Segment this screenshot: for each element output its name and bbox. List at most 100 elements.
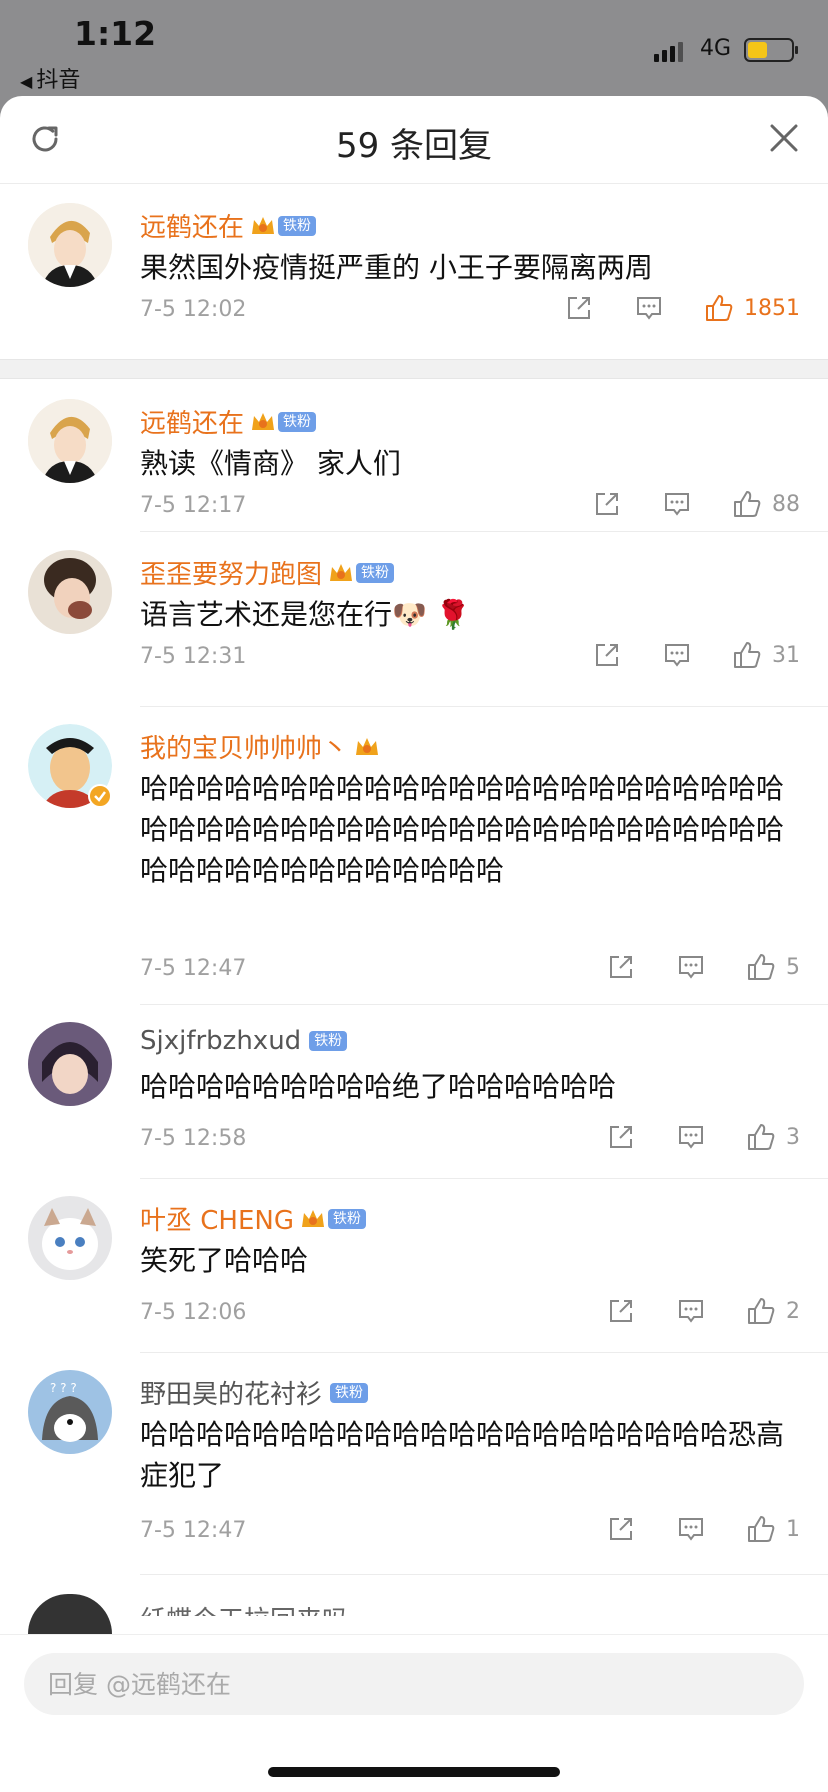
- like-button[interactable]: 1: [746, 1514, 800, 1544]
- comment-time: 7-5 12:58: [140, 1126, 247, 1151]
- crown-icon: [300, 1207, 326, 1231]
- signal-icon: [654, 40, 683, 62]
- commenter-name[interactable]: 纤蝶今天拉回来吗: [140, 1600, 348, 1616]
- commenter-name-text: 我的宝贝帅帅帅丶: [140, 734, 349, 764]
- comment-icon[interactable]: [634, 293, 664, 323]
- reply-item: Sjxjfrbzhxud 铁粉 哈哈哈哈哈哈哈哈哈绝了哈哈哈哈哈哈 7-5 12…: [0, 1004, 828, 1179]
- reply-input[interactable]: [24, 1653, 804, 1715]
- comment-actions: 1851: [524, 293, 800, 323]
- crown-icon: [354, 735, 380, 759]
- thumbs-up-icon: [706, 295, 733, 321]
- reply-input-bar: [0, 1634, 828, 1792]
- like-count: 1851: [744, 295, 800, 321]
- commenter-name-text: 远鹤还在: [140, 213, 245, 243]
- comment-icon[interactable]: [676, 1122, 706, 1152]
- crown-icon: [250, 214, 276, 238]
- share-icon[interactable]: [606, 1122, 636, 1152]
- back-to-app-link[interactable]: ◀ 抖音: [20, 62, 80, 94]
- avatar[interactable]: [28, 550, 112, 634]
- share-icon[interactable]: [606, 952, 636, 982]
- avatar[interactable]: [28, 203, 112, 287]
- reply-item: 歪歪要努力跑图 铁粉 语言艺术还是您在行🐶 🌹 7-5 12:31 31: [0, 532, 828, 707]
- reply-item: 叶丞 CHENG 铁粉 笑死了哈哈哈 7-5 12:06 2: [0, 1178, 828, 1353]
- comment-icon[interactable]: [662, 489, 692, 519]
- commenter-name[interactable]: 远鹤还在 铁粉: [140, 207, 317, 244]
- thumbs-up-icon: [748, 1298, 775, 1324]
- fan-badge: 铁粉: [356, 562, 395, 583]
- commenter-name-text: 叶丞 CHENG: [140, 1206, 294, 1236]
- share-icon[interactable]: [592, 489, 622, 519]
- like-button[interactable]: 31: [732, 640, 800, 670]
- svg-text:? ? ?: ? ? ?: [50, 1381, 77, 1395]
- share-icon[interactable]: [564, 293, 594, 323]
- section-divider: [0, 359, 828, 379]
- comment-time: 7-5 12:31: [140, 644, 247, 669]
- reply-item: ? ? ? 野田昊的花衬衫 铁粉 哈哈哈哈哈哈哈哈哈哈哈哈哈哈哈哈哈哈哈哈哈恐高…: [0, 1352, 828, 1575]
- like-count: 88: [772, 491, 800, 517]
- avatar[interactable]: [28, 1594, 112, 1634]
- comment-time: 7-5 12:47: [140, 1518, 247, 1543]
- home-indicator[interactable]: [268, 1767, 560, 1777]
- close-icon[interactable]: [768, 122, 800, 154]
- back-triangle-icon: ◀: [20, 72, 33, 91]
- comment-time: 7-5 12:47: [140, 956, 247, 981]
- comment-icon[interactable]: [676, 952, 706, 982]
- thumbs-up-icon: [748, 1516, 775, 1542]
- commenter-name[interactable]: 我的宝贝帅帅帅丶: [140, 728, 380, 765]
- comment-time: 7-5 12:02: [140, 297, 247, 322]
- comment-actions: 3: [566, 1122, 800, 1152]
- reply-item: 我的宝贝帅帅帅丶 哈哈哈哈哈哈哈哈哈哈哈哈哈哈哈哈哈哈哈哈哈哈哈哈哈哈哈哈哈哈哈…: [0, 706, 828, 1005]
- fan-badge: 铁粉: [328, 1208, 366, 1229]
- like-button[interactable]: 5: [746, 952, 800, 982]
- sheet-header: 59 条回复: [0, 96, 828, 184]
- fan-badge: 铁粉: [278, 411, 317, 432]
- fan-badge: 铁粉: [278, 215, 317, 236]
- like-count: 5: [786, 954, 800, 980]
- like-button[interactable]: 88: [732, 489, 800, 519]
- commenter-name-text: 歪歪要努力跑图: [140, 560, 323, 590]
- comment-icon[interactable]: [676, 1514, 706, 1544]
- thumbs-up-icon: [734, 491, 761, 517]
- share-icon[interactable]: [606, 1296, 636, 1326]
- commenter-name[interactable]: 叶丞 CHENG 铁粉: [140, 1200, 366, 1237]
- avatar[interactable]: [28, 724, 112, 808]
- status-time: 1:12: [74, 14, 157, 53]
- like-button[interactable]: 1851: [704, 293, 800, 323]
- avatar[interactable]: [28, 399, 112, 483]
- comment-actions: 5: [566, 952, 800, 982]
- avatar[interactable]: ? ? ?: [28, 1370, 112, 1454]
- comment-actions: 88: [552, 489, 800, 519]
- comment-time: 7-5 12:06: [140, 1300, 247, 1325]
- commenter-name[interactable]: 远鹤还在 铁粉: [140, 403, 317, 440]
- commenter-name-text: 远鹤还在: [140, 409, 245, 439]
- comment-text: 语言艺术还是您在行🐶 🌹: [140, 598, 471, 631]
- comment-actions: 1: [566, 1514, 800, 1544]
- like-button[interactable]: 3: [746, 1122, 800, 1152]
- network-label: 4G: [700, 36, 732, 61]
- back-app-label: 抖音: [36, 68, 81, 93]
- thumbs-up-icon: [748, 1124, 775, 1150]
- like-count: 3: [786, 1124, 800, 1150]
- reply-item: 远鹤还在 铁粉 熟读《情商》 家人们 7-5 12:17 88: [0, 381, 828, 532]
- thumbs-up-icon: [748, 954, 775, 980]
- like-button[interactable]: 2: [746, 1296, 800, 1326]
- comment-actions: 2: [566, 1296, 800, 1326]
- main-comment: 远鹤还在 铁粉 果然国外疫情挺严重的 小王子要隔离两周 7-5 12:02 18…: [0, 185, 828, 325]
- share-icon[interactable]: [592, 640, 622, 670]
- like-count: 2: [786, 1298, 800, 1324]
- commenter-name[interactable]: 歪歪要努力跑图 铁粉: [140, 554, 395, 591]
- share-icon[interactable]: [606, 1514, 636, 1544]
- comment-text: 哈哈哈哈哈哈哈哈哈哈哈哈哈哈哈哈哈哈哈哈哈哈哈哈哈哈哈哈哈哈哈哈哈哈哈哈哈哈哈哈…: [140, 772, 785, 887]
- reply-item: 纤蝶今天拉回来吗: [0, 1574, 828, 1634]
- comment-icon[interactable]: [676, 1296, 706, 1326]
- status-bar: 1:12 ◀ 抖音 4G: [0, 0, 828, 100]
- replies-sheet: 59 条回复 远鹤还在 铁粉 果然国外疫情挺严重的 小王子要隔离两周 7-5 1…: [0, 96, 828, 1792]
- comment-text: 果然国外疫情挺严重的 小王子要隔离两周: [140, 251, 653, 284]
- commenter-name[interactable]: Sjxjfrbzhxud 铁粉: [140, 1026, 348, 1056]
- avatar[interactable]: [28, 1022, 112, 1106]
- comment-icon[interactable]: [662, 640, 692, 670]
- crown-icon: [328, 561, 354, 585]
- avatar[interactable]: [28, 1196, 112, 1280]
- commenter-name[interactable]: 野田昊的花衬衫 铁粉: [140, 1374, 369, 1411]
- sheet-title: 59 条回复: [335, 126, 493, 166]
